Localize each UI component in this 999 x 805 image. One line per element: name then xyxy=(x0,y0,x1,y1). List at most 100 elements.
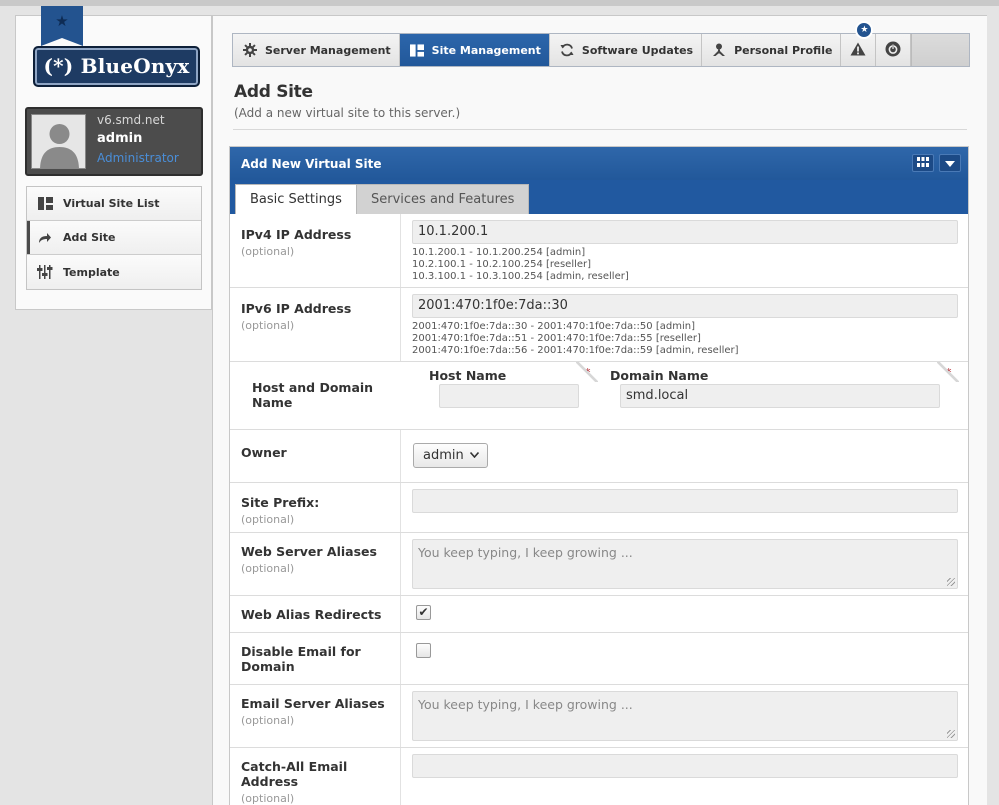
refresh-icon xyxy=(560,43,574,57)
field-label: Host and Domain Name xyxy=(252,380,374,410)
host-name-input[interactable] xyxy=(439,384,579,408)
sidebar: ★ (*) BlueOnyx v6.smd.net admin Administ… xyxy=(15,6,212,310)
tab-software-updates[interactable]: Software Updates xyxy=(550,34,703,66)
ipv6-range-hint: 2001:470:1f0e:7da::30 - 2001:470:1f0e:7d… xyxy=(412,321,695,332)
page-subtitle: (Add a new virtual site to this server.) xyxy=(234,106,461,120)
share-arrow-icon xyxy=(37,231,53,245)
avatar xyxy=(31,114,86,169)
tab-label: Site Management xyxy=(431,43,541,57)
form-tabs: Basic Settings Services and Features xyxy=(230,180,968,214)
host-name-label: Host Name xyxy=(429,368,507,383)
optional-note: (optional) xyxy=(241,792,295,805)
layout-icon xyxy=(409,43,424,57)
sidebar-item-virtual-site-list[interactable]: Virtual Site List xyxy=(27,187,201,221)
logout-button[interactable] xyxy=(876,34,912,66)
server-hostname: v6.smd.net xyxy=(97,113,165,127)
field-label: Web Server Aliases xyxy=(241,544,377,559)
optional-note: (optional) xyxy=(241,714,295,727)
domain-name-label: Domain Name xyxy=(610,368,709,383)
sidebar-nav: Virtual Site List Add Site Template xyxy=(26,186,202,290)
form-header: Add New Virtual Site xyxy=(230,147,968,180)
grid-icon xyxy=(917,156,929,170)
field-corner xyxy=(937,362,959,382)
tab-site-management[interactable]: Site Management xyxy=(399,34,550,66)
blueonyx-logo[interactable]: (*) BlueOnyx xyxy=(33,46,200,87)
topnav-spacer xyxy=(911,34,969,66)
tab-label: Software Updates xyxy=(581,43,694,57)
field-label: Catch-All Email Address xyxy=(241,759,348,789)
sliders-icon xyxy=(37,265,53,279)
row-catch-all-email: Catch-All Email Address (optional) xyxy=(230,748,968,805)
row-email-server-aliases: Email Server Aliases (optional) You keep… xyxy=(230,685,968,748)
ipv4-range-hint: 10.2.100.1 - 10.2.100.254 [reseller] xyxy=(412,259,592,270)
optional-note: (optional) xyxy=(241,319,295,332)
web-server-aliases-textarea[interactable]: You keep typing, I keep growing ... xyxy=(412,539,958,589)
row-site-prefix: Site Prefix: (optional) xyxy=(230,483,968,533)
sidebar-item-label: Template xyxy=(63,265,120,279)
disable-email-checkbox[interactable] xyxy=(416,643,431,658)
user-role-link[interactable]: Administrator xyxy=(97,151,179,165)
field-label: Site Prefix: xyxy=(241,495,320,510)
email-server-aliases-textarea[interactable]: You keep typing, I keep growing ... xyxy=(412,691,958,741)
chevron-down-icon xyxy=(469,444,479,467)
row-disable-email: Disable Email for Domain xyxy=(230,633,968,685)
power-icon xyxy=(885,41,901,60)
warning-icon xyxy=(850,42,866,59)
optional-note: (optional) xyxy=(241,245,295,258)
textarea-placeholder: You keep typing, I keep growing ... xyxy=(418,697,633,712)
user-name: admin xyxy=(97,131,143,146)
user-silhouette-icon xyxy=(40,124,79,168)
alerts-button[interactable]: ★ xyxy=(841,21,877,66)
ipv4-input[interactable]: 10.1.200.1 xyxy=(412,220,958,244)
sidebar-item-label: Add Site xyxy=(63,231,116,244)
row-ipv6: IPv6 IP Address (optional) 2001:470:1f0e… xyxy=(230,288,968,362)
tab-services-and-features[interactable]: Services and Features xyxy=(356,184,530,214)
owner-selected-value: admin xyxy=(423,448,464,463)
field-label: Email Server Aliases xyxy=(241,696,385,711)
grid-view-button[interactable] xyxy=(912,154,934,172)
resize-handle[interactable] xyxy=(947,730,955,738)
sidebar-item-label: Virtual Site List xyxy=(63,197,160,210)
row-web-server-aliases: Web Server Aliases (optional) You keep t… xyxy=(230,533,968,596)
tab-label: Server Management xyxy=(265,43,391,57)
row-host-domain: Host and Domain Name Host Name * Domain … xyxy=(230,362,968,430)
field-label: IPv6 IP Address xyxy=(241,301,352,316)
field-label: Web Alias Redirects xyxy=(241,607,382,622)
notification-badge: ★ xyxy=(855,21,874,39)
form-title: Add New Virtual Site xyxy=(241,156,382,171)
row-owner: Owner admin xyxy=(230,430,968,483)
field-label: Disable Email for Domain xyxy=(241,644,361,674)
tab-personal-profile[interactable]: Personal Profile xyxy=(702,34,842,66)
ipv4-range-hint: 10.1.200.1 - 10.1.200.254 [admin] xyxy=(412,247,586,258)
resize-handle[interactable] xyxy=(947,578,955,586)
caret-down-icon xyxy=(945,156,955,170)
sidebar-item-template[interactable]: Template xyxy=(27,255,201,289)
field-corner xyxy=(576,362,598,382)
add-site-form: Add New Virtual Site Basic Settings Serv… xyxy=(229,146,969,805)
ipv4-range-hint: 10.3.100.1 - 10.3.100.254 [admin, resell… xyxy=(412,271,629,282)
main-panel: Server Management Site Management Softwa… xyxy=(212,15,987,805)
top-navigation: Server Management Site Management Softwa… xyxy=(232,21,970,67)
textarea-placeholder: You keep typing, I keep growing ... xyxy=(418,545,633,560)
web-alias-redirects-checkbox[interactable]: ✔ xyxy=(416,605,431,620)
optional-note: (optional) xyxy=(241,562,295,575)
tab-basic-settings[interactable]: Basic Settings xyxy=(235,184,357,214)
user-info: v6.smd.net admin Administrator xyxy=(25,107,203,176)
sidebar-item-add-site[interactable]: Add Site xyxy=(27,221,201,255)
domain-name-input[interactable]: smd.local xyxy=(620,384,940,408)
owner-select[interactable]: admin xyxy=(413,443,488,468)
tab-server-management[interactable]: Server Management xyxy=(233,34,400,66)
ipv6-input[interactable]: 2001:470:1f0e:7da::30 xyxy=(412,294,958,318)
row-ipv4: IPv4 IP Address (optional) 10.1.200.1 10… xyxy=(230,214,968,288)
site-prefix-input[interactable] xyxy=(412,489,958,513)
catch-all-email-input[interactable] xyxy=(412,754,958,778)
gear-icon xyxy=(243,43,257,57)
field-label: IPv4 IP Address xyxy=(241,227,352,242)
person-icon xyxy=(712,43,726,57)
ipv6-range-hint: 2001:470:1f0e:7da::56 - 2001:470:1f0e:7d… xyxy=(412,345,739,356)
top-strip xyxy=(0,0,999,6)
row-web-alias-redirects: Web Alias Redirects ✔ xyxy=(230,596,968,633)
collapse-button[interactable] xyxy=(939,154,961,172)
field-label: Owner xyxy=(241,445,287,460)
layout-icon xyxy=(37,197,53,211)
